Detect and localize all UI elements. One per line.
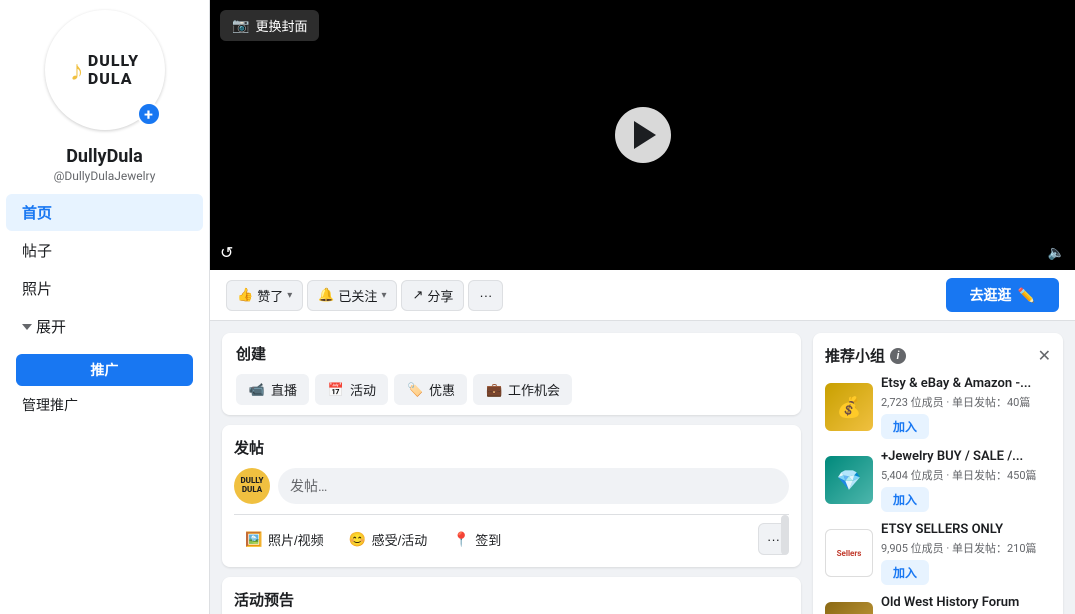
main-content: 📷 更换封面 ↺ 🔈 👍 赞了 ▾ 🔔 [210, 0, 1075, 614]
info-icon[interactable]: i [890, 348, 906, 364]
cover-video[interactable] [210, 0, 1075, 270]
create-bar: 创建 📹 直播 📅 活动 🏷️ 优惠 [222, 333, 801, 415]
post-avatar-logo: DULLYDULA [240, 477, 263, 495]
chevron-down-icon [22, 324, 32, 330]
group-info: ETSY SELLERS ONLY 9,905 位成员 · 单日发帖：210篇 … [881, 522, 1051, 585]
event-icon: 📅 [327, 381, 345, 399]
group-thumbnail-oldwest: 🤠 [825, 602, 873, 614]
group-info: Etsy & eBay & Amazon -... 2,723 位成员 · 单日… [881, 376, 1051, 439]
feeling-icon: 😊 [348, 529, 368, 549]
join-button-3[interactable]: 加入 [881, 560, 929, 585]
activity-box: 活动预告 [222, 577, 801, 614]
sidebar: ♪ DULLY DULA + DullyDula @DullyDulaJewel… [0, 0, 210, 614]
post-photo-button[interactable]: 🖼️ 照片/视频 [234, 523, 334, 555]
scroll-indicator [781, 515, 789, 555]
two-col-layout: 创建 📹 直播 📅 活动 🏷️ 优惠 [210, 321, 1075, 614]
more-button[interactable]: ··· [468, 280, 503, 311]
group-item: Sellers ETSY SELLERS ONLY 9,905 位成员 · 单日… [825, 522, 1051, 585]
post-feeling-button[interactable]: 😊 感受/活动 [338, 523, 438, 555]
bell-icon: 🔔 [318, 287, 334, 303]
like-button[interactable]: 👍 赞了 ▾ [226, 280, 303, 311]
job-icon: 💼 [485, 381, 503, 399]
volume-icon[interactable]: 🔈 [1048, 245, 1065, 261]
brand-text: DULLY DULA [88, 52, 139, 87]
post-checkin-button[interactable]: 📍 签到 [441, 523, 511, 555]
close-recommend-button[interactable]: ✕ [1038, 346, 1051, 366]
create-offer-button[interactable]: 🏷️ 优惠 [394, 374, 467, 405]
play-icon [634, 121, 656, 149]
create-bar-title: 创建 [236, 343, 787, 364]
follow-dropdown-arrow: ▾ [381, 290, 386, 301]
offer-icon: 🏷️ [406, 381, 424, 399]
like-dropdown-arrow: ▾ [287, 290, 292, 301]
sidebar-item-posts[interactable]: 帖子 [6, 232, 203, 269]
group-name: ETSY SELLERS ONLY [881, 522, 1051, 539]
create-live-button[interactable]: 📹 直播 [236, 374, 309, 405]
promote-button[interactable]: 推广 [16, 354, 193, 386]
create-job-button[interactable]: 💼 工作机会 [473, 374, 572, 405]
group-item: 🤠 Old West History Forum 672 位成员 · 单日发帖：… [825, 595, 1051, 614]
sidebar-nav: 首页 帖子 照片 展开 推广 管理推广 [0, 193, 209, 422]
join-button-1[interactable]: 加入 [881, 414, 929, 439]
join-button-2[interactable]: 加入 [881, 487, 929, 512]
page-name: DullyDula [66, 146, 143, 167]
group-thumbnail-sellers: Sellers [825, 529, 873, 577]
page-handle: @DullyDulaJewelry [54, 169, 156, 183]
sidebar-item-photos[interactable]: 照片 [6, 270, 203, 307]
left-col: 创建 📹 直播 📅 活动 🏷️ 优惠 [222, 333, 801, 614]
cover-top-bar: 📷 更换封面 [220, 10, 319, 41]
go-button[interactable]: 去逛逛 ✏️ [946, 278, 1059, 312]
camera-icon: 📷 [232, 17, 249, 34]
right-col: 推荐小组 i ✕ 💰 Etsy & eBay & Amazon -... 2,7… [813, 333, 1063, 614]
group-info: +Jewelry BUY / SALE /... 5,404 位成员 · 单日发… [881, 449, 1051, 512]
group-meta: 5,404 位成员 · 单日发帖：450篇 [881, 467, 1051, 483]
edit-icon: ✏️ [1018, 287, 1035, 304]
avatar-area: ♪ DULLY DULA + [45, 10, 165, 130]
location-icon: 📍 [451, 529, 471, 549]
share-button[interactable]: ↗ 分享 [401, 280, 464, 311]
post-box-title: 发帖 [234, 437, 789, 458]
create-event-button[interactable]: 📅 活动 [315, 374, 388, 405]
photo-icon: 🖼️ [244, 529, 264, 549]
activity-title: 活动预告 [234, 589, 789, 610]
group-item: 💎 +Jewelry BUY / SALE /... 5,404 位成员 · 单… [825, 449, 1051, 512]
sidebar-item-home[interactable]: 首页 [6, 194, 203, 231]
share-icon: ↗ [412, 287, 423, 303]
action-bar: 👍 赞了 ▾ 🔔 已关注 ▾ ↗ 分享 ··· 去逛逛 ✏️ [210, 270, 1075, 321]
cover-area: 📷 更换封面 ↺ 🔈 [210, 0, 1075, 270]
group-name: Etsy & eBay & Amazon -... [881, 376, 1051, 393]
music-note-icon: ♪ [70, 54, 84, 87]
live-icon: 📹 [248, 381, 266, 399]
recommend-header: 推荐小组 i ✕ [825, 345, 1051, 366]
video-controls: ↺ [220, 243, 233, 262]
group-name: Old West History Forum [881, 595, 1051, 612]
cover-bottom-bar: ↺ 🔈 [220, 243, 1065, 262]
sidebar-expand[interactable]: 展开 [6, 308, 203, 345]
group-info: Old West History Forum 672 位成员 · 单日发帖：10… [881, 595, 1051, 614]
create-actions: 📹 直播 📅 活动 🏷️ 优惠 💼 工作 [236, 374, 787, 405]
recommend-box: 推荐小组 i ✕ 💰 Etsy & eBay & Amazon -... 2,7… [813, 333, 1063, 614]
recommend-title: 推荐小组 i [825, 345, 906, 366]
group-meta: 2,723 位成员 · 单日发帖：40篇 [881, 394, 1051, 410]
group-thumbnail-teal: 💎 [825, 456, 873, 504]
post-avatar: DULLYDULA [234, 468, 270, 504]
action-buttons-left: 👍 赞了 ▾ 🔔 已关注 ▾ ↗ 分享 ··· [226, 280, 503, 311]
manage-promote[interactable]: 管理推广 [6, 389, 203, 421]
plus-badge[interactable]: + [137, 102, 161, 126]
post-input[interactable]: 发帖… [278, 468, 789, 504]
group-name: +Jewelry BUY / SALE /... [881, 449, 1051, 466]
post-box: 发帖 DULLYDULA 发帖… 🖼️ 照片/视频 [222, 425, 801, 567]
group-thumbnail-coins: 💰 [825, 383, 873, 431]
group-meta: 9,905 位成员 · 单日发帖：210篇 [881, 540, 1051, 556]
change-cover-button[interactable]: 📷 更换封面 [220, 10, 319, 41]
follow-button[interactable]: 🔔 已关注 ▾ [307, 280, 397, 311]
play-button[interactable] [615, 107, 671, 163]
thumbs-up-icon: 👍 [237, 287, 253, 303]
replay-icon[interactable]: ↺ [220, 243, 233, 262]
post-type-bar: 🖼️ 照片/视频 😊 感受/活动 📍 签到 ··· [234, 514, 789, 555]
post-input-area: DULLYDULA 发帖… [234, 468, 789, 504]
group-item: 💰 Etsy & eBay & Amazon -... 2,723 位成员 · … [825, 376, 1051, 439]
